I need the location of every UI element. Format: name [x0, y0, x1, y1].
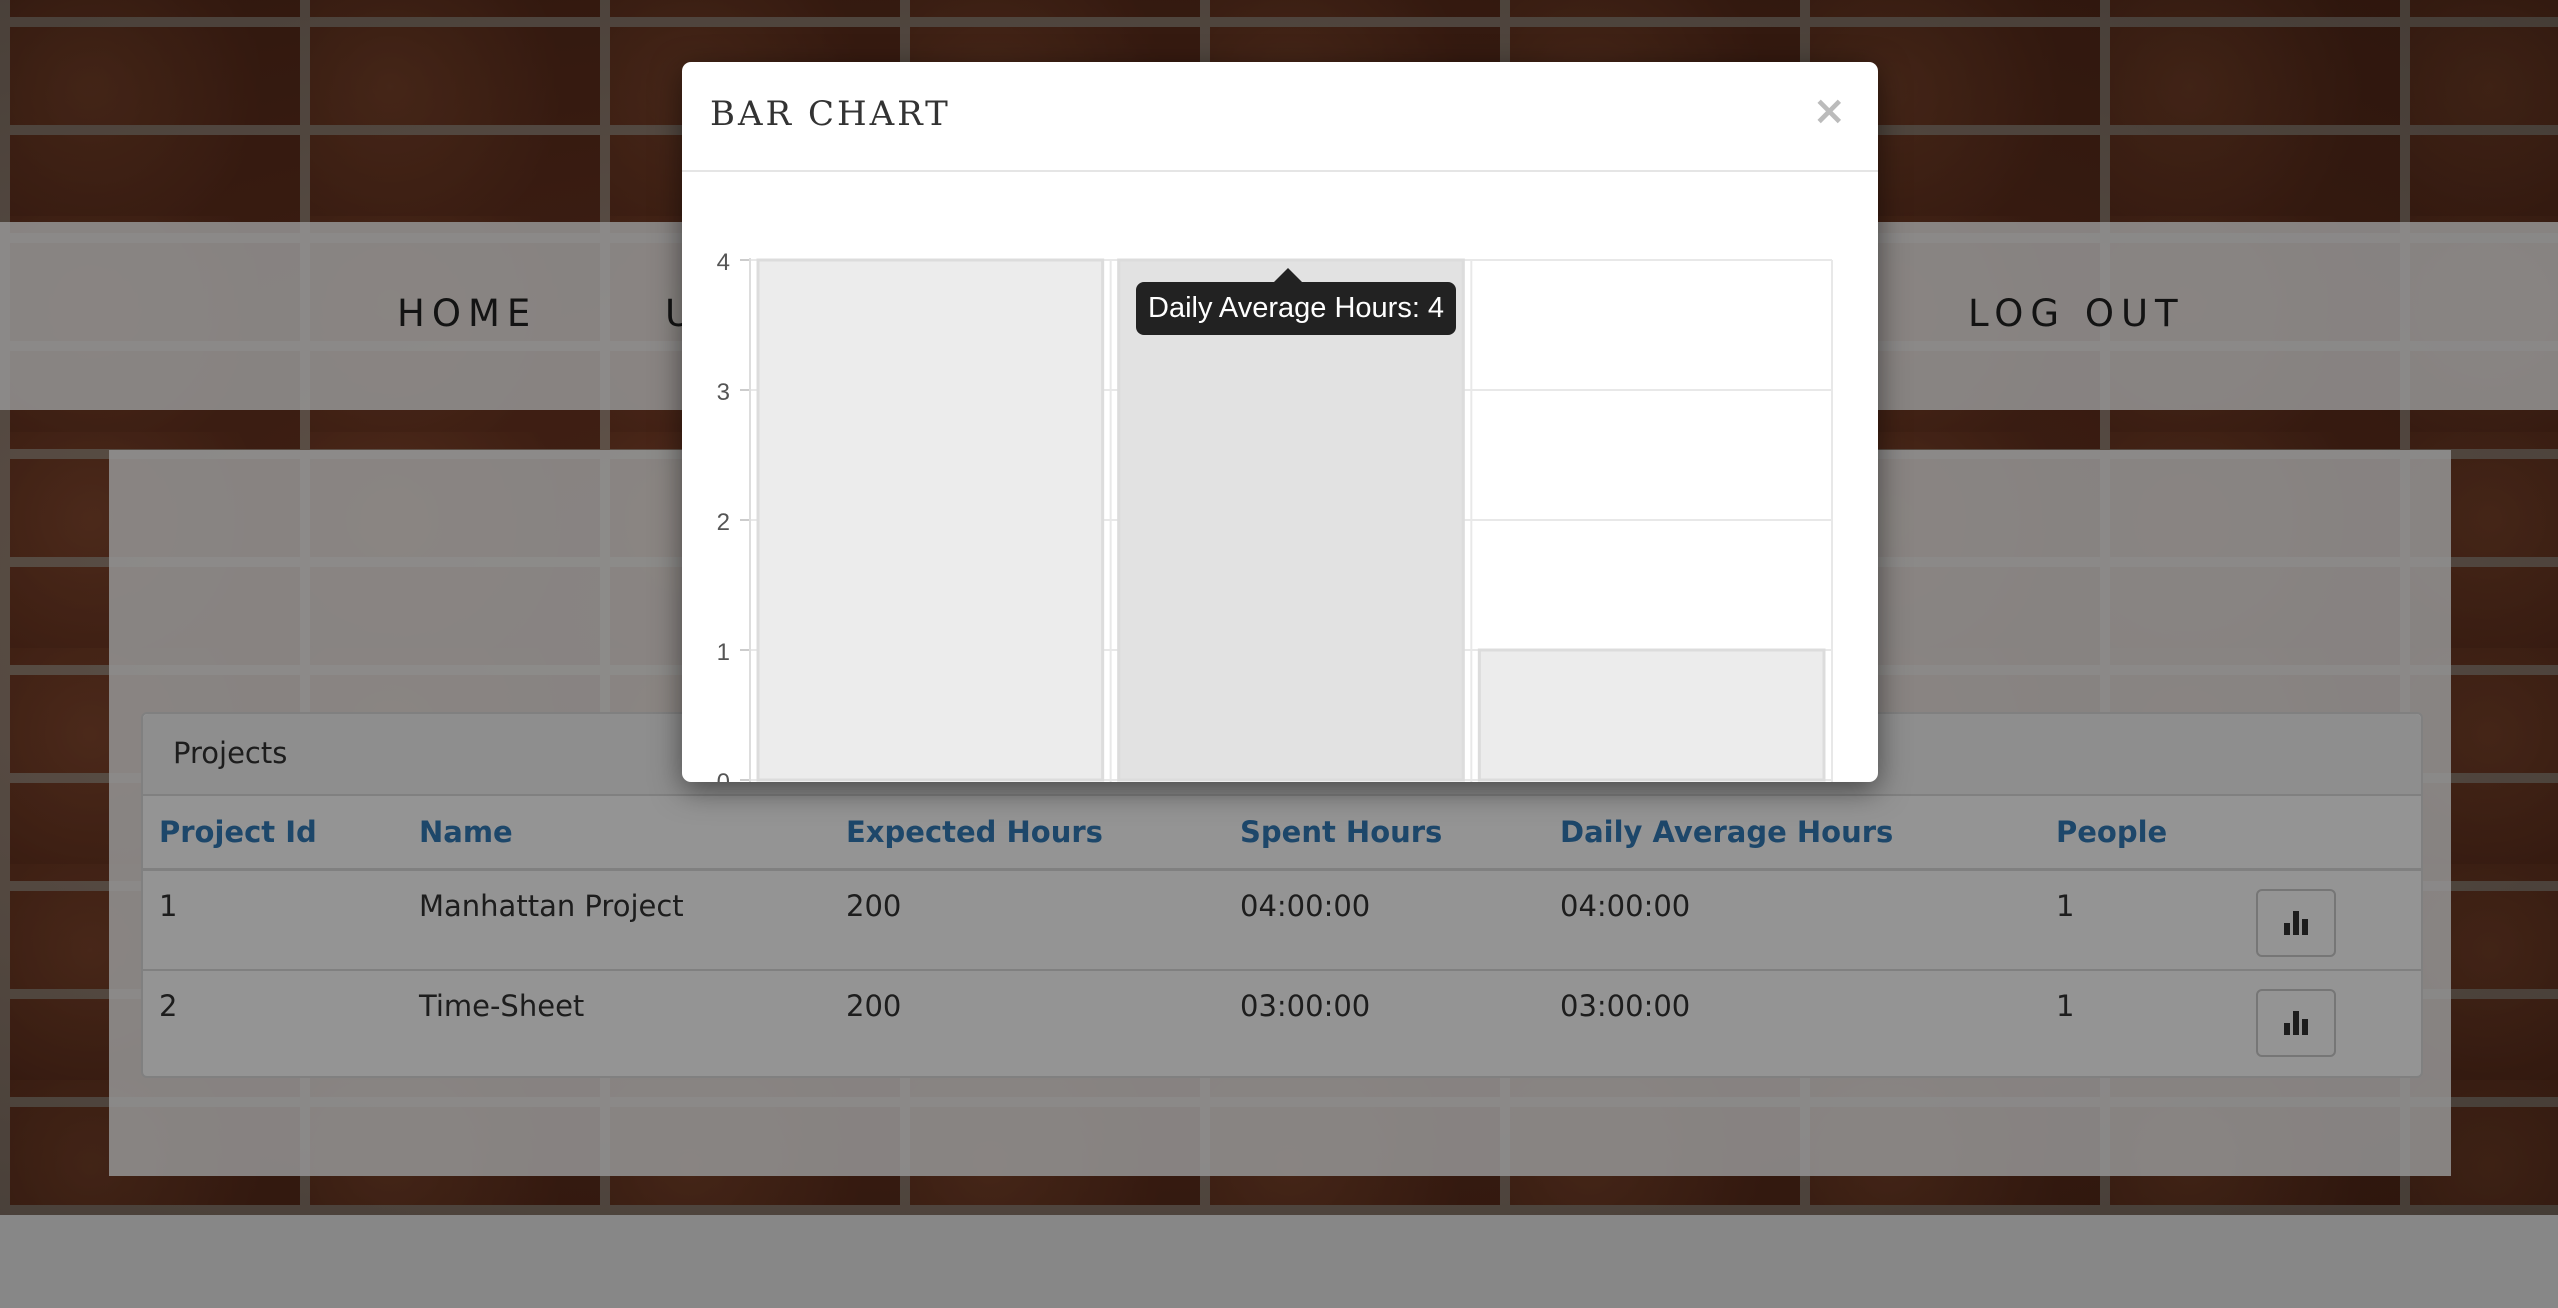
y-tick-label: 3	[717, 379, 730, 406]
modal-title: BAR CHART	[710, 94, 951, 134]
bar	[1117, 258, 1465, 782]
chart-area: 01234Spent HoursDaily Average HoursPeopl…	[682, 172, 1878, 782]
bar-chart: 01234Spent HoursDaily Average HoursPeopl…	[717, 249, 1833, 782]
y-tick-label: 0	[717, 769, 730, 782]
y-tick-label: 2	[717, 509, 730, 536]
bar-chart-modal: BAR CHART × 01234Spent HoursDaily Averag…	[682, 62, 1878, 782]
y-tick-label: 1	[717, 639, 730, 666]
bar	[756, 258, 1105, 782]
y-tick-label: 4	[717, 249, 730, 276]
modal-header: BAR CHART ×	[682, 62, 1878, 172]
bar	[1477, 648, 1826, 782]
chart-tooltip: Daily Average Hours: 4	[1136, 268, 1457, 335]
close-icon[interactable]: ×	[1812, 88, 1846, 134]
